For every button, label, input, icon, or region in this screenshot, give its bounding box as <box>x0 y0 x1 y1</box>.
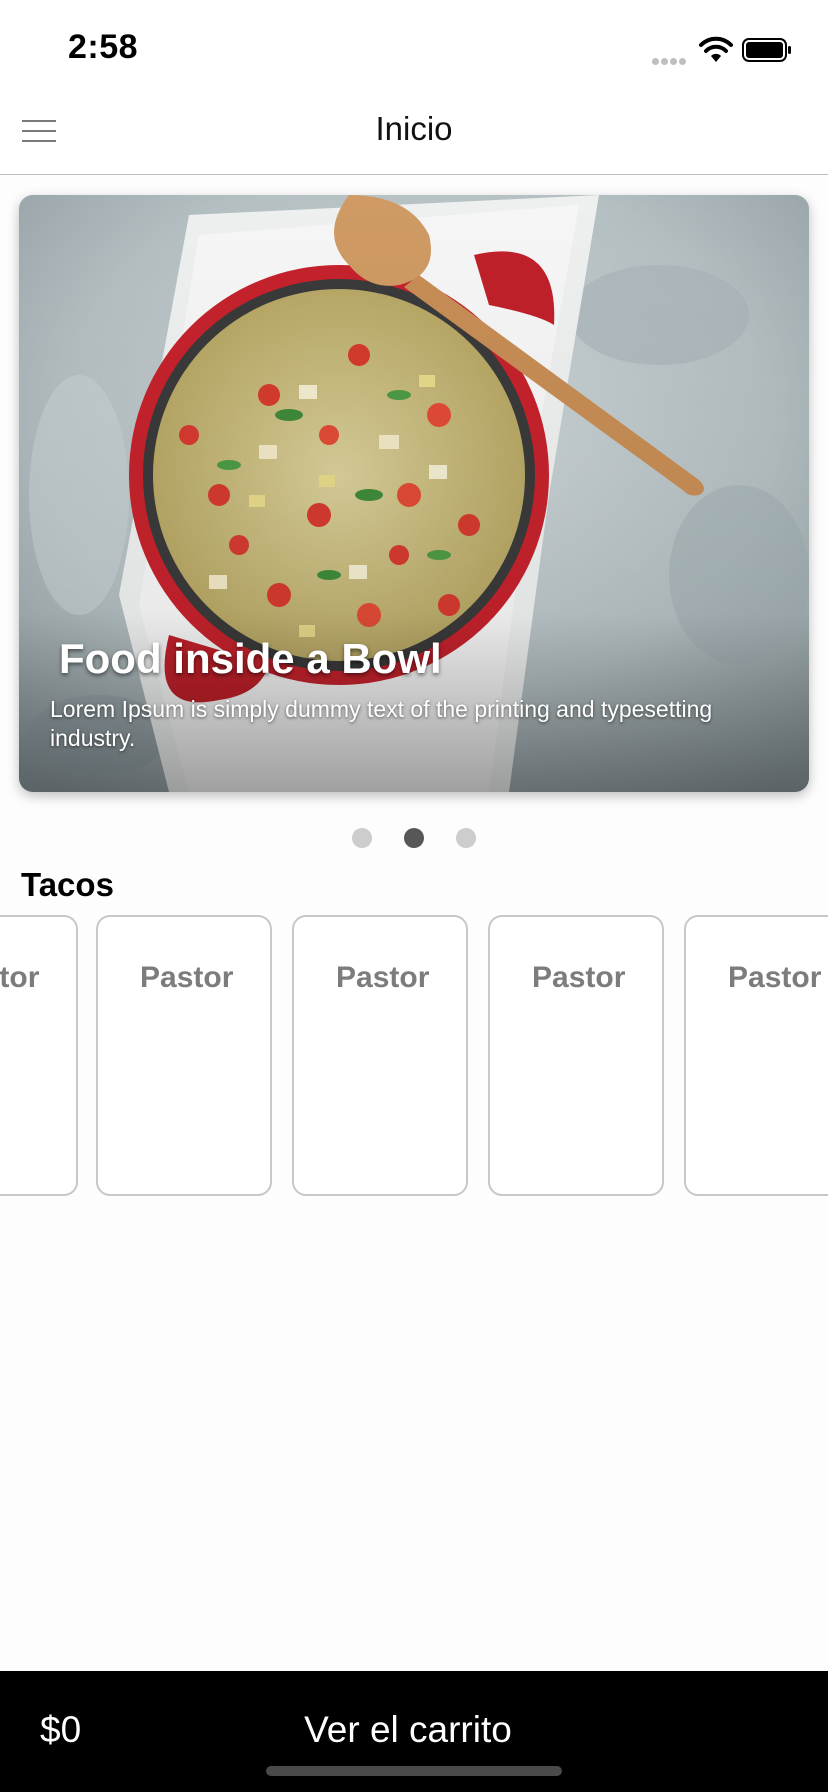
home-indicator[interactable] <box>266 1766 562 1776</box>
taco-card-label: Pastor <box>336 961 430 994</box>
pagination-dot[interactable] <box>456 828 476 848</box>
status-time: 2:58 <box>68 28 139 66</box>
slide-description: Lorem Ipsum is simply dummy text of the … <box>50 696 713 751</box>
slide-title: Food inside a Bowl <box>59 635 442 682</box>
taco-card[interactable]: Pastor <box>684 915 828 1196</box>
view-cart-label: Ver el carrito <box>304 1709 512 1750</box>
taco-card-label: Pastor <box>532 961 626 994</box>
battery-icon <box>742 38 791 62</box>
carousel-slide[interactable]: Food inside a Bowl Lorem Ipsum is simply… <box>19 195 809 792</box>
pagination-dot[interactable] <box>352 828 372 848</box>
taco-card-label: Pastor <box>140 961 234 994</box>
section-title: Tacos <box>21 866 114 903</box>
wifi-icon <box>699 36 733 62</box>
taco-card-label: Pastor <box>0 961 40 994</box>
signal-icon <box>652 52 690 65</box>
taco-card[interactable]: Pastor <box>96 915 272 1196</box>
page-title: Inicio <box>375 110 453 147</box>
status-bar: 2:58 <box>0 0 828 92</box>
carousel-pagination <box>0 828 828 850</box>
navigation-bar: Inicio <box>0 92 828 175</box>
taco-card[interactable]: Pastor <box>488 915 664 1196</box>
taco-card[interactable]: Pastor <box>0 915 78 1196</box>
taco-card-label: Pastor <box>728 961 822 994</box>
taco-card[interactable]: Pastor <box>292 915 468 1196</box>
tacos-carousel[interactable]: Pastor Pastor Pastor Pastor Pastor <box>0 915 828 1200</box>
pagination-dot-active[interactable] <box>404 828 424 848</box>
